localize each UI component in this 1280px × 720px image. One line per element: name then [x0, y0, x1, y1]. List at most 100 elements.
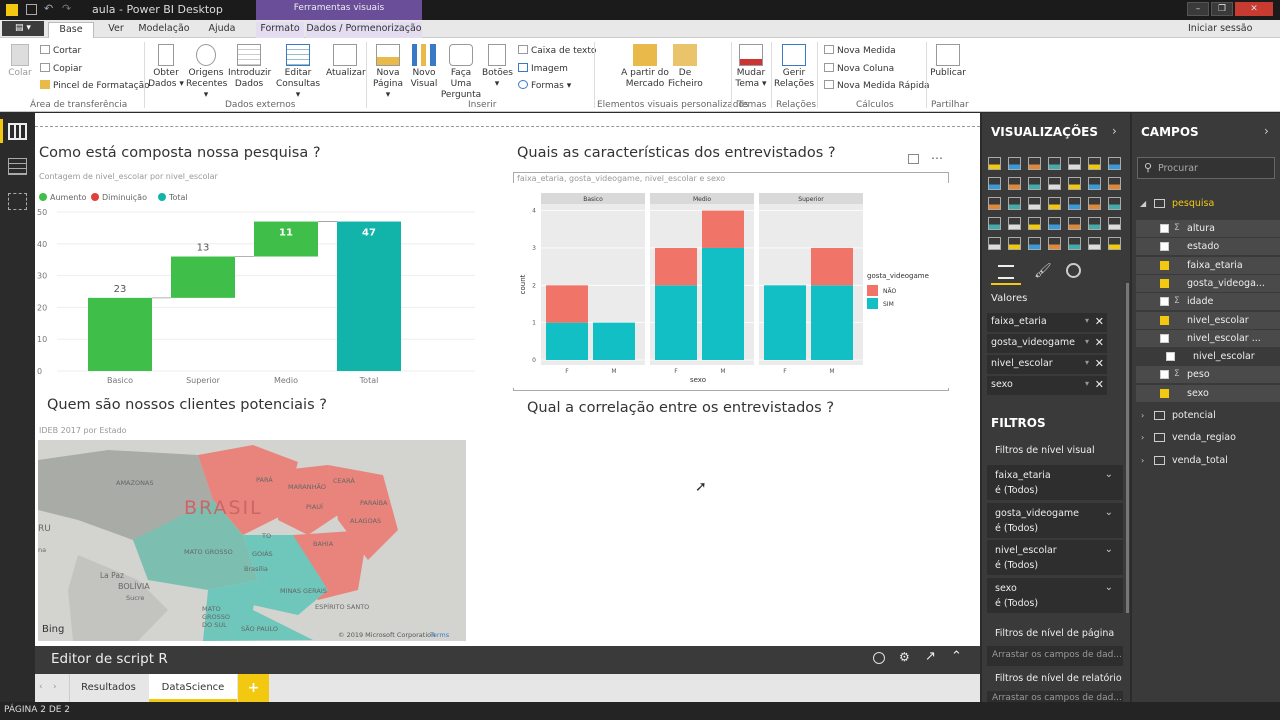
visual-type-icon[interactable]	[1048, 217, 1061, 230]
paste-button[interactable]: Colar	[6, 44, 34, 79]
field-checkbox[interactable]	[1166, 352, 1175, 362]
visual-type-icon[interactable]	[1048, 157, 1061, 170]
page-filters-dropzone[interactable]: Arrastar os campos de dad...	[987, 646, 1123, 666]
undo-icon[interactable]: ↶	[44, 2, 53, 15]
visual-type-icon[interactable]	[1108, 237, 1121, 250]
visual-type-icon[interactable]	[1088, 177, 1101, 190]
filter-card-faixa-etaria[interactable]: faixa_etaria é (Todos) ⌄	[987, 465, 1123, 500]
field-item[interactable]: Σidade	[1136, 293, 1280, 311]
filled-map[interactable]: AMAZONAS PARÁ MARANHÃO CEARÁ PIAUÍ PARAÍ…	[38, 440, 466, 641]
visual-type-icon[interactable]	[1088, 237, 1101, 250]
format-tab-icon[interactable]: 🖌	[1034, 263, 1052, 279]
new-visual-button[interactable]: Novo Visual	[408, 44, 440, 90]
filter-card-gosta-videogame[interactable]: gosta_videogame é (Todos) ⌄	[987, 503, 1123, 538]
visual-type-icon[interactable]	[1108, 177, 1121, 190]
minimize-button[interactable]: –	[1187, 2, 1209, 16]
switch-theme-button[interactable]: Mudar Tema ▾	[734, 44, 768, 90]
redo-icon[interactable]: ↷	[62, 2, 71, 15]
visual-type-icon[interactable]	[1108, 197, 1121, 210]
field-checkbox[interactable]	[1160, 333, 1169, 343]
faceted-bar-chart[interactable]: 0 1 2 3 4 count Basico F M Medio F M Superior F Msexo g…	[513, 183, 949, 388]
remove-field-icon[interactable]: ✕	[1095, 315, 1104, 328]
visual-type-icon[interactable]	[1068, 237, 1081, 250]
field-checkbox[interactable]	[1160, 224, 1169, 233]
waterfall-chart[interactable]: Aumento Diminuição Total 0 10 20 30 40 50 23 Basic…	[35, 189, 475, 389]
visual-type-icon[interactable]	[1108, 217, 1121, 230]
visual-type-icon[interactable]	[988, 237, 1001, 250]
visual-type-icon[interactable]	[988, 217, 1001, 230]
chevron-down-icon[interactable]: ⌄	[1105, 505, 1113, 520]
visual-type-icon[interactable]	[1008, 177, 1021, 190]
field-checkbox[interactable]	[1160, 370, 1169, 380]
field-checkbox[interactable]	[1160, 278, 1169, 288]
table-potencial[interactable]: › potencial	[1136, 407, 1280, 424]
visual-type-icon[interactable]	[1088, 217, 1101, 230]
visual-type-icon[interactable]	[1068, 217, 1081, 230]
collapse-visualizations-icon[interactable]: ›	[1112, 124, 1117, 138]
visual-type-icon[interactable]	[1108, 157, 1121, 170]
visual-type-icon[interactable]	[1008, 237, 1021, 250]
field-checkbox[interactable]	[1160, 388, 1169, 398]
field-item[interactable]: nivel_escolar	[1136, 311, 1280, 329]
edit-queries-button[interactable]: Editar Consultas ▾	[274, 44, 322, 101]
field-item[interactable]: faixa_etaria	[1136, 256, 1280, 274]
chevron-down-icon[interactable]: ⌄	[1105, 542, 1113, 557]
field-item[interactable]: nivel_escolar ...	[1136, 329, 1280, 347]
close-button[interactable]: ✕	[1235, 2, 1273, 16]
tab-base[interactable]: Base	[48, 22, 94, 38]
filter-card-nivel-escolar[interactable]: nivel_escolar é (Todos) ⌄	[987, 540, 1123, 575]
report-view-icon[interactable]	[8, 123, 27, 140]
tab-dados-pormenorizacao[interactable]: Dados / Pormenorização	[306, 22, 422, 38]
data-view-icon[interactable]	[8, 158, 27, 175]
filter-card-sexo[interactable]: sexo é (Todos) ⌄	[987, 578, 1123, 613]
visual-type-icon[interactable]	[1008, 197, 1021, 210]
visual-type-icon[interactable]	[1088, 157, 1101, 170]
visual-type-icon[interactable]	[1048, 237, 1061, 250]
image-button[interactable]: Imagem	[518, 63, 568, 74]
textbox-button[interactable]: Caixa de texto	[518, 45, 596, 56]
table-pesquisa[interactable]: ◢ pesquisa	[1136, 195, 1280, 212]
analytics-tab-icon[interactable]	[1066, 263, 1081, 278]
chevron-down-icon[interactable]: ▾	[1085, 358, 1089, 367]
refresh-button[interactable]: Atualizar	[326, 44, 366, 79]
new-column-button[interactable]: Nova Coluna	[824, 63, 894, 74]
visual-type-icon[interactable]	[1008, 157, 1021, 170]
add-page-button[interactable]: +	[238, 674, 269, 702]
collapse-fields-icon[interactable]: ›	[1264, 124, 1269, 138]
table-venda-total[interactable]: › venda_total	[1136, 452, 1280, 469]
remove-field-icon[interactable]: ✕	[1095, 357, 1104, 370]
scroll-right-icon[interactable]: ›	[53, 682, 57, 692]
buttons-button[interactable]: Botões ▾	[482, 44, 513, 90]
ask-question-button[interactable]: Faça Uma Pergunta	[440, 44, 482, 101]
copy-button[interactable]: Copiar	[40, 63, 82, 74]
tab-modelacao[interactable]: Modelação	[136, 22, 192, 38]
field-item[interactable]: gosta_videoga...	[1136, 274, 1280, 292]
values-well-sexo[interactable]: sexo ▾ ✕	[987, 376, 1107, 395]
visual-type-icon[interactable]	[1028, 177, 1041, 190]
recent-sources-button[interactable]: Origens Recentes ▾	[186, 44, 227, 101]
field-checkbox[interactable]	[1160, 242, 1169, 252]
more-options-icon[interactable]: ⋯	[931, 151, 943, 165]
field-item[interactable]: Σpeso	[1136, 366, 1280, 384]
model-view-icon[interactable]	[8, 193, 27, 210]
publish-button[interactable]: Publicar	[930, 44, 966, 79]
from-file-button[interactable]: De Ficheiro	[668, 44, 703, 90]
chevron-down-icon[interactable]: ▾	[1085, 316, 1089, 325]
new-measure-button[interactable]: Nova Medida	[824, 45, 896, 56]
page-tab-datascience[interactable]: DataScience	[149, 674, 237, 702]
expand-chevron-icon[interactable]: ◢	[1140, 195, 1146, 212]
visual-type-icon[interactable]	[1048, 197, 1061, 210]
visual-type-icon[interactable]	[1048, 177, 1061, 190]
chevron-down-icon[interactable]: ▾	[1085, 337, 1089, 346]
chevron-down-icon[interactable]: ▾	[1085, 379, 1089, 388]
remove-field-icon[interactable]: ✕	[1095, 378, 1104, 391]
file-menu-button[interactable]: ▤ ▾	[2, 21, 44, 36]
visual-type-icon[interactable]	[1068, 177, 1081, 190]
r-script-editor-bar[interactable]: Editor de script R ⚙ ↗ ⌃	[35, 646, 980, 674]
sign-in-link[interactable]: Iniciar sessão	[1188, 23, 1252, 34]
expand-chevron-icon[interactable]: ›	[1141, 452, 1144, 469]
visual-type-icon[interactable]	[1028, 157, 1041, 170]
run-script-icon[interactable]	[873, 652, 885, 664]
scrollbar[interactable]	[1126, 283, 1129, 613]
map-terms-link[interactable]: Terms	[430, 631, 449, 639]
